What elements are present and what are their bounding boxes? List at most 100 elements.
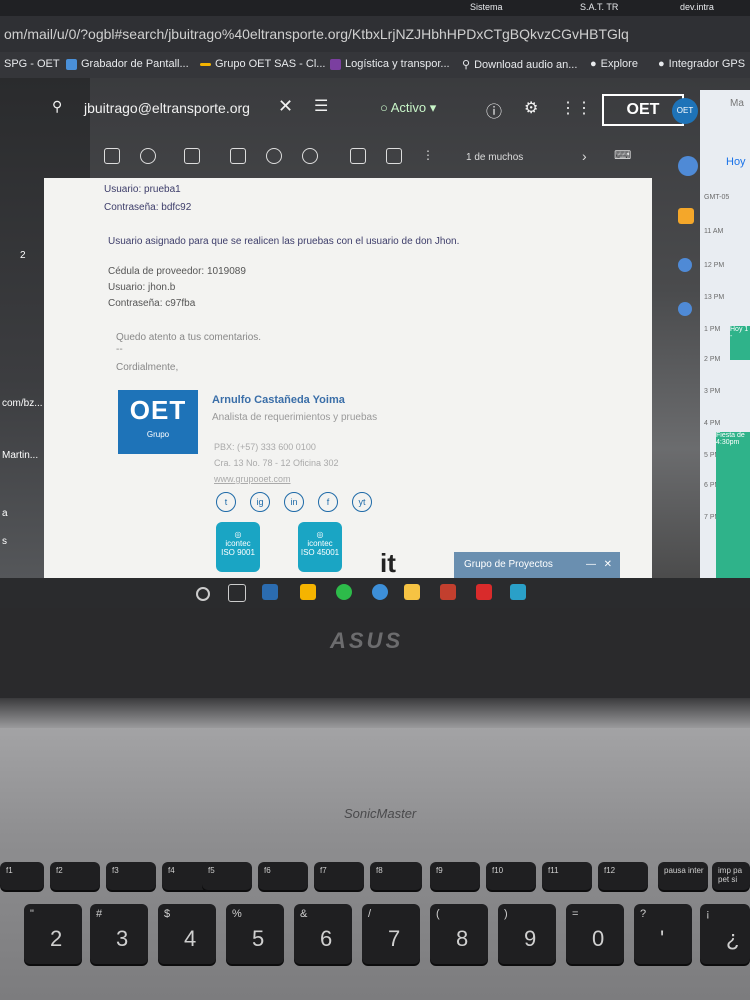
- list-item[interactable]: 2: [20, 250, 26, 261]
- app-icon[interactable]: [440, 584, 456, 600]
- calendar-event[interactable]: Hoy 1 -: [730, 326, 750, 360]
- calendar-event[interactable]: Fiesta de 4:30pm: [716, 432, 750, 578]
- chat-popup[interactable]: Grupo de Proyectos — ✕: [454, 552, 620, 578]
- mail-icon[interactable]: [230, 148, 246, 164]
- key-4[interactable]: $4: [158, 904, 216, 964]
- move-icon[interactable]: [350, 148, 366, 164]
- key-f6[interactable]: f6: [258, 862, 308, 890]
- bookmark-icon: [200, 62, 211, 66]
- key-apostrophe[interactable]: ? ': [634, 904, 692, 964]
- bookmark-logistica[interactable]: Logística y transpor...: [330, 58, 450, 70]
- search-icon[interactable]: ⚲: [52, 98, 62, 115]
- brand-tag: it: [380, 548, 396, 578]
- key-2[interactable]: " 2: [24, 904, 82, 964]
- instagram-icon[interactable]: ig: [250, 492, 270, 512]
- address-bar[interactable]: om/mail/u/0/?ogbl#search/jbuitrago%40elt…: [0, 16, 750, 52]
- signature-website[interactable]: www.grupooet.com: [214, 474, 291, 484]
- key-inverted-question[interactable]: ¡ ¿: [700, 904, 750, 964]
- key-f3[interactable]: f3: [106, 862, 156, 890]
- facebook-icon[interactable]: f: [318, 492, 338, 512]
- bookmark-spg[interactable]: SPG - OET: [4, 58, 60, 70]
- keyboard-icon[interactable]: ⌨: [614, 148, 631, 162]
- report-icon[interactable]: [140, 148, 156, 164]
- key-f11[interactable]: f11: [542, 862, 592, 890]
- chrome-icon[interactable]: [372, 584, 388, 600]
- filezilla-icon[interactable]: [476, 584, 492, 600]
- tab-dev-intra[interactable]: dev.intra: [680, 0, 714, 14]
- bookmark-grabador[interactable]: Grabador de Pantall...: [66, 58, 189, 70]
- key-3[interactable]: #3: [90, 904, 148, 964]
- chrome-icon[interactable]: [336, 584, 352, 600]
- key-f2[interactable]: f2: [50, 862, 100, 890]
- time-label: 1 PM: [704, 326, 721, 333]
- key-7[interactable]: /7: [362, 904, 420, 964]
- key-5[interactable]: % 5: [226, 904, 284, 964]
- key-f7[interactable]: f7: [314, 862, 364, 890]
- url-text[interactable]: om/mail/u/0/?ogbl#search/jbuitrago%40elt…: [4, 26, 629, 42]
- key-f9[interactable]: f9: [430, 862, 480, 890]
- filter-icon[interactable]: ☰: [314, 96, 328, 116]
- keep-icon[interactable]: [678, 208, 694, 224]
- sticky-notes-icon[interactable]: [404, 584, 420, 600]
- list-item[interactable]: Martin...: [2, 450, 38, 461]
- more-icon[interactable]: ⋮: [422, 148, 436, 162]
- folder-icon[interactable]: [300, 584, 316, 600]
- badge-top: icontec: [307, 539, 333, 548]
- key-f12[interactable]: f12: [598, 862, 648, 890]
- clock-icon[interactable]: [266, 148, 282, 164]
- close-icon[interactable]: ✕: [278, 96, 293, 117]
- list-item[interactable]: s: [2, 536, 7, 547]
- key-print-screen[interactable]: imp pa pet si: [712, 862, 750, 890]
- note-text: Usuario asignado para que se realicen la…: [108, 236, 460, 247]
- key-0[interactable]: = 0: [566, 904, 624, 964]
- bookmarks-bar: SPG - OET Grabador de Pantall... Grupo O…: [0, 52, 750, 78]
- signature-name: Arnulfo Castañeda Yoima: [212, 394, 345, 406]
- badge-icon: ◎: [234, 530, 242, 539]
- bookmark-explore[interactable]: ● Explore: [590, 58, 638, 70]
- search-taskbar-icon[interactable]: [196, 587, 210, 601]
- key-6[interactable]: & 6: [294, 904, 352, 964]
- brand-logo: ASUS: [330, 628, 404, 653]
- bookmark-download-audio[interactable]: ⚲ Download audio an...: [462, 58, 577, 72]
- key-f5[interactable]: f5: [202, 862, 252, 890]
- list-item[interactable]: com/bz...: [2, 398, 43, 409]
- search-bar[interactable]: ⚲ jbuitrago@eltransporte.org ✕ ☰: [40, 88, 360, 128]
- key-9[interactable]: ) 9: [498, 904, 556, 964]
- close-icon[interactable]: ✕: [604, 552, 612, 578]
- tab-sat[interactable]: S.A.T. TR: [580, 0, 618, 14]
- popup-title: Grupo de Proyectos: [464, 559, 553, 570]
- status-dropdown[interactable]: ○ Activo ▾: [380, 96, 470, 120]
- linkedin-icon[interactable]: in: [284, 492, 304, 512]
- delete-icon[interactable]: [184, 148, 200, 164]
- minimize-icon[interactable]: —: [586, 552, 596, 578]
- avatar[interactable]: OET: [672, 98, 698, 124]
- twitter-icon[interactable]: t: [216, 492, 236, 512]
- task-view-icon[interactable]: [228, 584, 246, 602]
- key-f8[interactable]: f8: [370, 862, 422, 890]
- bookmark-integrador[interactable]: ● Integrador GPS: [658, 58, 745, 70]
- check-icon[interactable]: [302, 148, 318, 164]
- app-icon[interactable]: [510, 584, 526, 600]
- key-f10[interactable]: f10: [486, 862, 536, 890]
- tasks-icon[interactable]: [678, 258, 692, 272]
- key-8[interactable]: (8: [430, 904, 488, 964]
- chevron-right-icon[interactable]: ›: [582, 148, 596, 164]
- tab-sistema[interactable]: Sistema: [470, 0, 503, 14]
- key-pause[interactable]: pausa inter: [658, 862, 708, 890]
- search-input[interactable]: jbuitrago@eltransporte.org: [84, 100, 250, 116]
- youtube-icon[interactable]: yt: [352, 492, 372, 512]
- back-icon[interactable]: [104, 148, 120, 164]
- edge-icon[interactable]: [262, 584, 278, 600]
- calendar-today[interactable]: Hoy: [726, 156, 746, 168]
- bookmark-grupo-oet[interactable]: Grupo OET SAS - Cl...: [200, 58, 325, 70]
- apps-grid-icon[interactable]: ⋮⋮: [560, 98, 592, 118]
- help-icon[interactable]: ⓘ: [486, 98, 502, 122]
- label-icon[interactable]: [386, 148, 402, 164]
- time-label: 12 PM: [704, 262, 725, 269]
- time-label: GMT-05: [704, 194, 730, 201]
- contacts-icon[interactable]: [678, 302, 692, 316]
- key-f1[interactable]: f1: [0, 862, 44, 890]
- gear-icon[interactable]: ⚙: [524, 98, 538, 118]
- list-item[interactable]: a: [2, 508, 8, 519]
- calendar-side-icon[interactable]: [678, 156, 698, 176]
